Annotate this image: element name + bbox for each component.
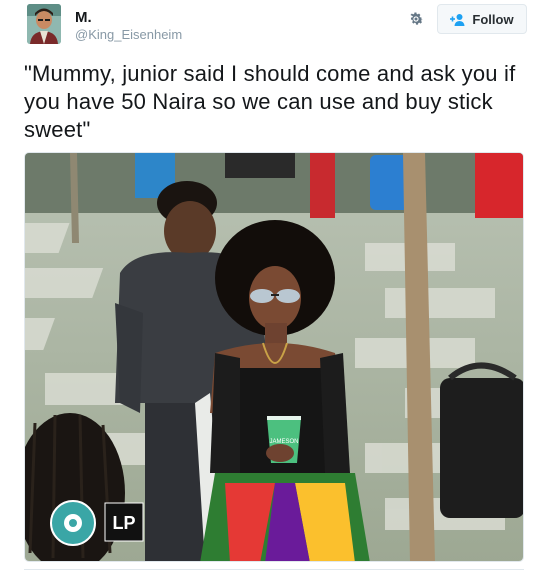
- tweet-card: M. @King_Eisenheim Follow "Mummy, junior…: [0, 0, 548, 573]
- photo-illustration: JAMESON LP: [25, 153, 523, 561]
- follow-button[interactable]: Follow: [437, 4, 527, 34]
- avatar[interactable]: [27, 4, 61, 44]
- user-handle[interactable]: @King_Eisenheim: [75, 27, 182, 42]
- display-name[interactable]: M.: [75, 9, 92, 26]
- tweet-text: "Mummy, junior said I should come and as…: [24, 61, 516, 142]
- settings-button[interactable]: [405, 8, 427, 30]
- tweet-photo[interactable]: JAMESON LP: [24, 152, 524, 562]
- add-user-icon: [450, 13, 466, 26]
- lp-logo-text: LP: [112, 513, 135, 533]
- cup-label: JAMESON: [269, 439, 298, 445]
- divider: [24, 569, 524, 570]
- gear-icon: [410, 12, 424, 25]
- avatar-image: [27, 4, 61, 44]
- follow-label: Follow: [472, 11, 514, 27]
